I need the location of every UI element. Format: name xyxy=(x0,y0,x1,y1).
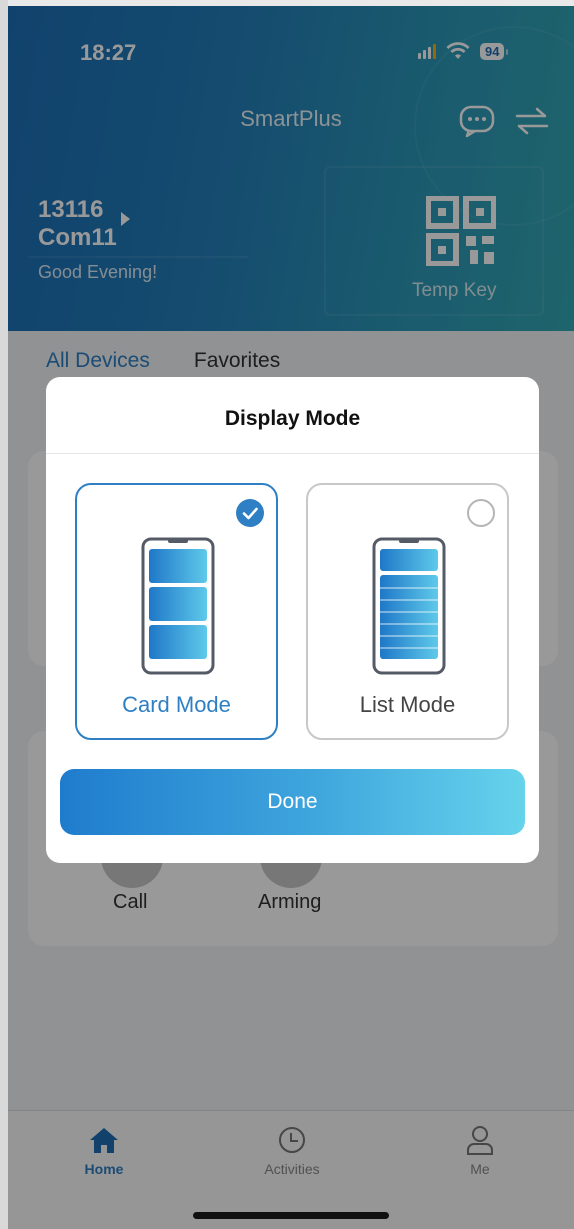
list-mode-phone-icon xyxy=(372,537,446,675)
done-button[interactable]: Done xyxy=(60,769,525,835)
card-mode-phone-icon xyxy=(141,537,215,675)
card-mode-label: Card Mode xyxy=(122,692,231,717)
list-mode-label: List Mode xyxy=(359,692,456,717)
card-mode-option[interactable]: Card Mode xyxy=(75,483,278,740)
list-mode-option[interactable]: List Mode xyxy=(306,483,509,740)
divider xyxy=(46,453,539,454)
dialog-title: Display Mode xyxy=(224,407,361,430)
display-mode-dialog: Display Mode Card Mode List Mode Done xyxy=(46,377,539,863)
app-screen: 18:27 94 SmartPlus 13116 Com11 Good Even… xyxy=(8,6,574,1229)
unchecked-icon xyxy=(467,499,495,527)
home-indicator[interactable] xyxy=(193,1212,389,1219)
screen-edge xyxy=(0,0,8,1229)
checked-icon xyxy=(236,499,264,527)
